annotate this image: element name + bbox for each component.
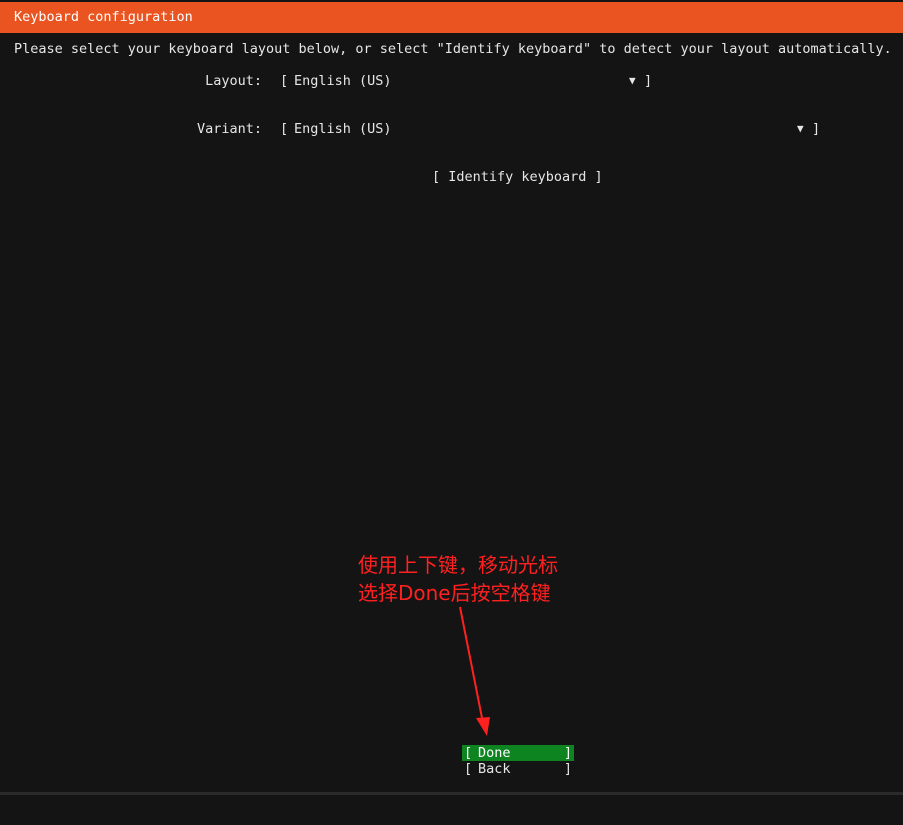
- close-bracket: ]: [563, 761, 572, 777]
- variant-value: English (US): [294, 121, 392, 137]
- annotation-line-1: 使用上下键，移动光标: [358, 553, 558, 577]
- variant-label: Variant:: [196, 121, 262, 137]
- close-bracket: ]: [644, 73, 653, 89]
- back-button-label: Back: [478, 761, 511, 777]
- variant-select[interactable]: [ English (US) ▼ ]: [280, 120, 820, 138]
- done-button[interactable]: [ Done ]: [462, 745, 574, 761]
- layout-select[interactable]: [ English (US) ▼ ]: [280, 72, 652, 90]
- dropdown-arrow-icon: ▼: [629, 74, 636, 87]
- instructions-text: Please select your keyboard layout below…: [14, 41, 892, 57]
- open-bracket: [: [280, 121, 289, 137]
- close-bracket: ]: [563, 745, 572, 761]
- open-bracket: [: [464, 761, 473, 777]
- header-bar: Keyboard configuration: [0, 2, 903, 33]
- open-bracket: [: [464, 745, 473, 761]
- annotation-arrow-icon: [459, 606, 490, 736]
- annotation-text: 使用上下键，移动光标 选择Done后按空格键: [358, 551, 558, 607]
- back-button[interactable]: [ Back ]: [462, 761, 574, 777]
- page-title: Keyboard configuration: [14, 9, 193, 25]
- layout-label: Layout:: [205, 73, 262, 89]
- done-button-label: Done: [478, 745, 511, 761]
- dropdown-arrow-icon: ▼: [797, 122, 804, 135]
- open-bracket: [: [280, 73, 289, 89]
- close-bracket: ]: [812, 121, 821, 137]
- identify-keyboard-button[interactable]: [ Identify keyboard ]: [432, 168, 603, 186]
- layout-value: English (US): [294, 73, 392, 89]
- annotation-line-2: 选择Done后按空格键: [358, 581, 551, 605]
